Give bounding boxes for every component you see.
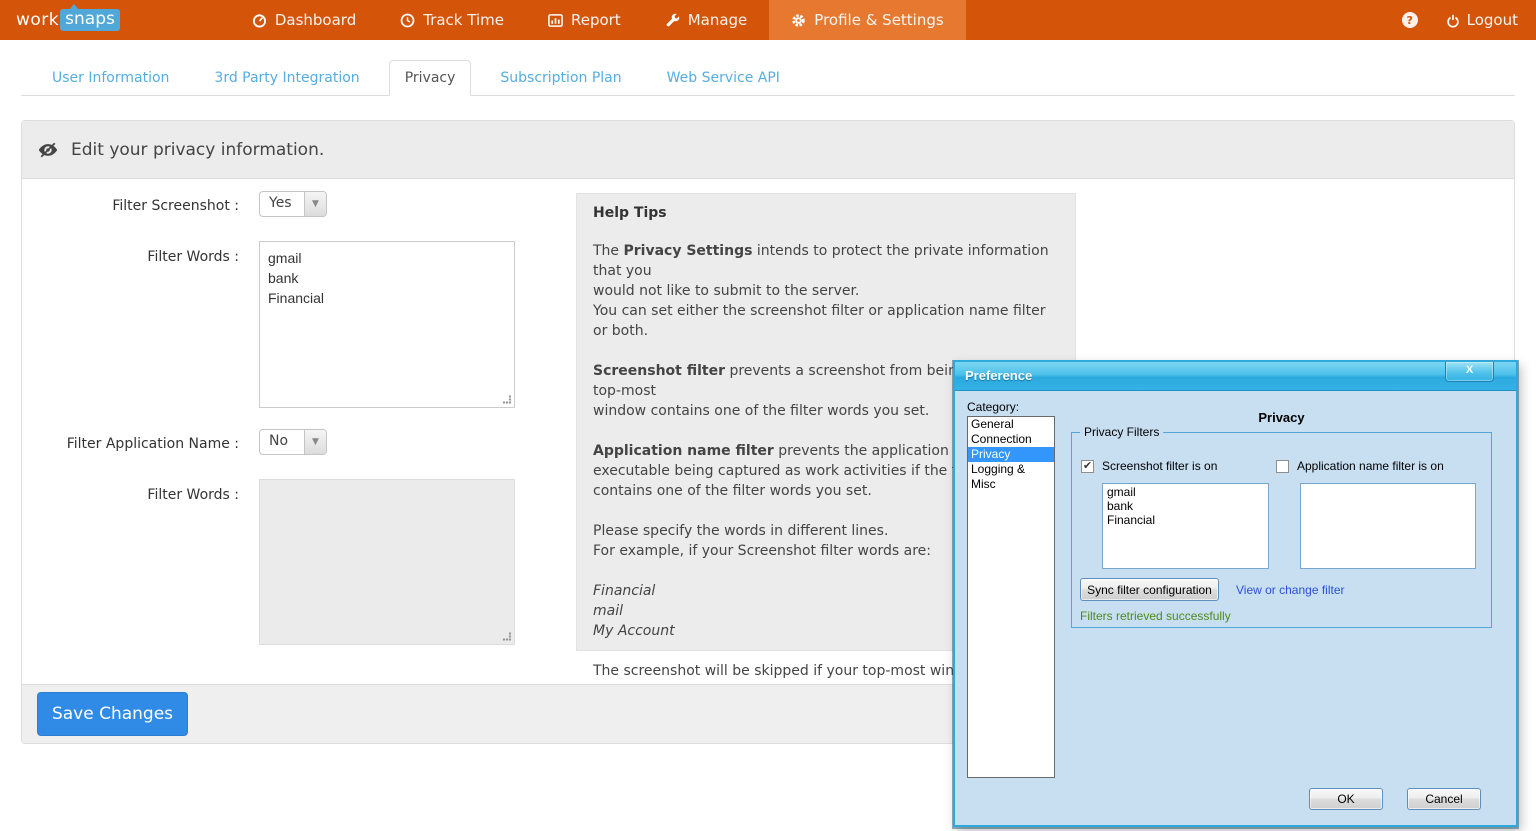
clock-icon <box>400 13 415 28</box>
logo-text-work: work <box>16 10 59 30</box>
panel-header: Edit your privacy information. <box>22 121 1514 179</box>
screenshot-filter-checkbox[interactable]: ✔ Screenshot filter is on <box>1081 459 1217 473</box>
save-changes-button[interactable]: Save Changes <box>37 692 188 736</box>
sync-filter-configuration-button[interactable]: Sync filter configuration <box>1080 578 1219 601</box>
nav-item-label: Manage <box>688 11 748 29</box>
nav-right: ? Logout <box>1402 0 1536 40</box>
groupbox-legend: Privacy Filters <box>1080 425 1163 439</box>
tab-subscription-plan[interactable]: Subscription Plan <box>484 60 637 96</box>
filters-status-message: Filters retrieved successfully <box>1080 609 1231 623</box>
worksnaps-logo[interactable]: work snaps <box>16 0 120 40</box>
logout-label: Logout <box>1467 11 1518 29</box>
page: work snaps Dashboard Track Time Report <box>0 0 1536 831</box>
category-item-privacy[interactable]: Privacy <box>968 447 1054 462</box>
filter-words2-label: Filter Words : <box>22 487 239 503</box>
dashboard-icon <box>252 13 267 28</box>
tab-user-information[interactable]: User Information <box>36 60 185 96</box>
power-icon <box>1446 13 1460 28</box>
filter-screenshot-value: Yes <box>260 192 304 216</box>
tab-privacy[interactable]: Privacy <box>389 60 472 96</box>
dialog-page-title: Privacy <box>1071 410 1492 425</box>
filter-word-item[interactable]: Financial <box>1107 513 1264 527</box>
filter-words-textarea[interactable]: gmail bank Financial <box>259 241 515 408</box>
bar-chart-icon <box>548 13 563 28</box>
gear-icon <box>791 13 806 28</box>
checkbox-label: Screenshot filter is on <box>1102 459 1217 473</box>
close-icon[interactable]: x <box>1445 362 1494 382</box>
filter-word-item[interactable]: gmail <box>1107 485 1264 499</box>
nav-item-label: Track Time <box>423 11 504 29</box>
filter-screenshot-label: Filter Screenshot : <box>22 198 239 214</box>
nav-item-report[interactable]: Report <box>526 0 643 40</box>
navbar: work snaps Dashboard Track Time Report <box>0 0 1536 40</box>
cancel-button[interactable]: Cancel <box>1407 788 1481 810</box>
logo-text-snaps: snaps <box>60 9 120 31</box>
filter-words-textarea-wrap: gmail bank Financial <box>259 241 515 408</box>
nav-item-profile-settings[interactable]: Profile & Settings <box>769 0 965 40</box>
help-tips-title: Help Tips <box>593 205 1059 221</box>
category-item-logging-misc[interactable]: Logging & Misc <box>968 462 1054 492</box>
logout-button[interactable]: Logout <box>1446 11 1518 29</box>
filter-screenshot-select[interactable]: Yes ▼ <box>259 191 327 217</box>
wrench-icon <box>665 13 680 28</box>
nav-item-label: Dashboard <box>275 11 356 29</box>
filter-application-name-select[interactable]: No ▼ <box>259 429 327 455</box>
dialog-titlebar[interactable]: Preference <box>955 362 1516 391</box>
category-item-general[interactable]: General <box>968 417 1054 432</box>
nav-item-dashboard[interactable]: Dashboard <box>230 0 378 40</box>
help-paragraph: The Privacy Settings intends to protect … <box>593 241 1059 341</box>
filter-words-label: Filter Words : <box>22 249 239 265</box>
help-icon[interactable]: ? <box>1402 12 1418 28</box>
tab-3rd-party-integration[interactable]: 3rd Party Integration <box>198 60 375 96</box>
category-item-connection[interactable]: Connection <box>968 432 1054 447</box>
checkbox-label: Application name filter is on <box>1297 459 1444 473</box>
tab-web-service-api[interactable]: Web Service API <box>651 60 796 96</box>
checkbox-checked-icon: ✔ <box>1081 460 1094 473</box>
settings-tabs: User Information 3rd Party Integration P… <box>21 60 1515 96</box>
nav-menu: Dashboard Track Time Report Manage <box>230 0 966 40</box>
filter-application-name-label: Filter Application Name : <box>22 436 239 452</box>
eye-slash-icon <box>37 141 59 159</box>
filter-word-item[interactable]: bank <box>1107 499 1264 513</box>
nav-item-label: Report <box>571 11 621 29</box>
screenshot-filter-words-listbox[interactable]: gmail bank Financial <box>1102 483 1269 569</box>
filter-words2-textarea[interactable] <box>259 479 515 645</box>
filter-application-name-value: No <box>260 430 304 454</box>
checkbox-unchecked-icon <box>1276 460 1289 473</box>
preference-dialog: Preference x Category: General Connectio… <box>953 360 1518 827</box>
dropdown-arrow-icon: ▼ <box>304 192 326 216</box>
category-listbox: General Connection Privacy Logging & Mis… <box>967 416 1055 778</box>
category-label: Category: <box>967 400 1019 414</box>
filter-words2-textarea-wrap <box>259 479 515 645</box>
nav-item-track-time[interactable]: Track Time <box>378 0 526 40</box>
nav-item-manage[interactable]: Manage <box>643 0 770 40</box>
ok-button[interactable]: OK <box>1309 788 1383 810</box>
app-name-filter-checkbox[interactable]: Application name filter is on <box>1276 459 1444 473</box>
dropdown-arrow-icon: ▼ <box>304 430 326 454</box>
view-or-change-filter-link[interactable]: View or change filter <box>1236 583 1345 597</box>
panel-title: Edit your privacy information. <box>71 140 324 160</box>
nav-item-label: Profile & Settings <box>814 11 943 29</box>
app-name-filter-words-listbox[interactable] <box>1300 483 1476 569</box>
